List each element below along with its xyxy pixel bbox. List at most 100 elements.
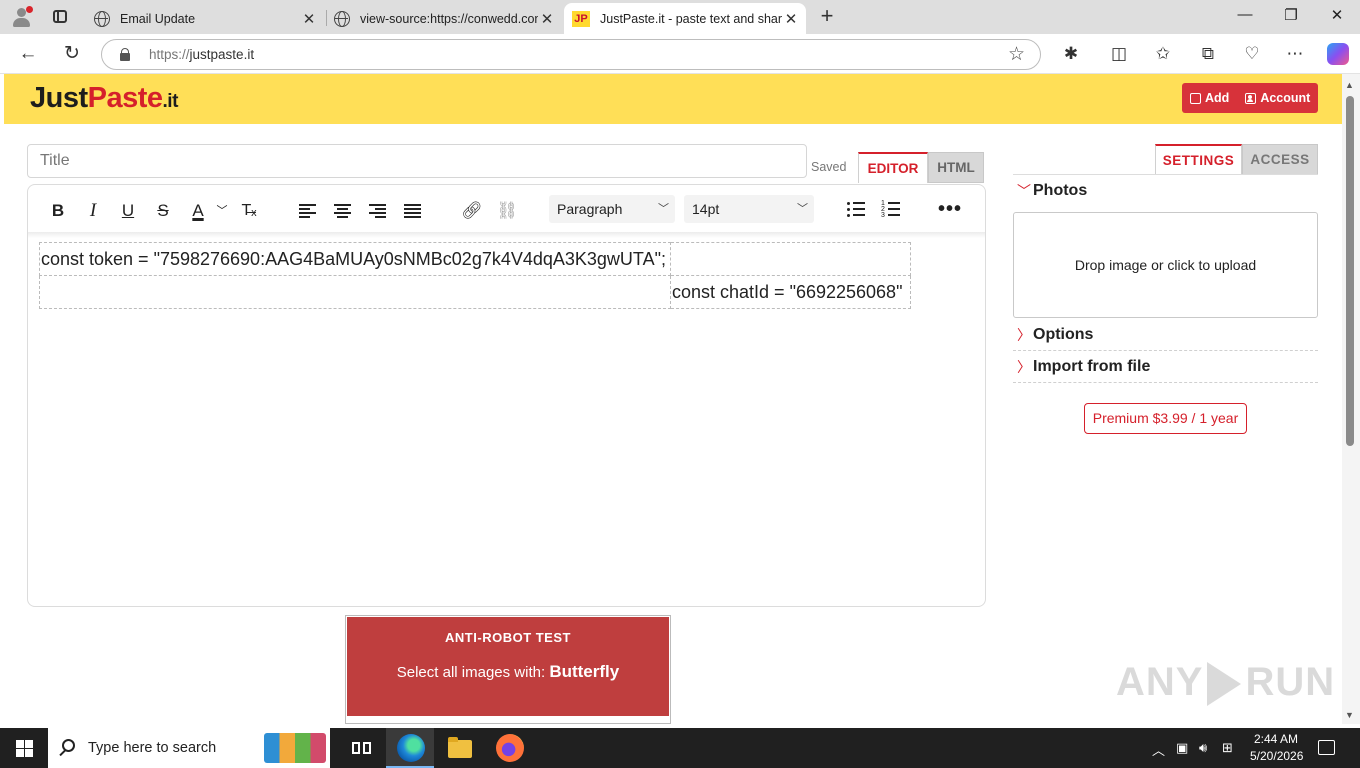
favorites-icon[interactable]: ✩ bbox=[1152, 43, 1174, 65]
browser-toolbar: ← ↻ https://justpaste.it ☆ ✱ ◫ ✩ ⧉ ♡ ⋯ bbox=[0, 34, 1360, 74]
table-cell[interactable] bbox=[670, 242, 911, 276]
extensions-icon[interactable]: ✱ bbox=[1060, 43, 1082, 65]
show-hidden-icons-chevron[interactable]: ︿ bbox=[1152, 740, 1165, 759]
tab-settings[interactable]: SETTINGS bbox=[1155, 144, 1242, 175]
numbered-list-icon[interactable]: 123 bbox=[881, 200, 900, 219]
table-cell[interactable]: const chatId = "6692256068" bbox=[670, 275, 911, 309]
bold-button[interactable]: B bbox=[46, 199, 70, 223]
ethernet-icon[interactable]: ⊞ bbox=[1222, 740, 1233, 756]
system-clock[interactable]: 2:44 AM 5/20/2026 bbox=[1250, 731, 1303, 765]
tab-access[interactable]: ACCESS bbox=[1242, 144, 1318, 175]
italic-button[interactable]: I bbox=[81, 199, 105, 223]
table-row: const token = "7598276690:AAG4BaMUAy0sNM… bbox=[39, 242, 911, 276]
close-tab-icon[interactable]: ✕ bbox=[538, 10, 556, 28]
bullet-list-icon[interactable] bbox=[847, 202, 865, 218]
tab-label: JustPaste.it - paste text and share bbox=[600, 11, 782, 26]
tab-html[interactable]: HTML bbox=[928, 152, 984, 183]
settings-more-icon[interactable]: ⋯ bbox=[1284, 43, 1306, 65]
url-text: https://justpaste.it bbox=[149, 47, 255, 62]
align-left-icon[interactable] bbox=[299, 204, 316, 218]
play-icon bbox=[1207, 662, 1242, 707]
title-input[interactable] bbox=[27, 144, 807, 178]
rich-text-editor: B I U S A ﹀ T̶ₓ 🔗︎ ⛓︎ Paragraph﹀ 14pt﹀ bbox=[27, 184, 986, 607]
unlink-icon[interactable]: ⛓︎ bbox=[495, 199, 519, 223]
table-row: const chatId = "6692256068" bbox=[39, 275, 911, 309]
chevron-down-icon: ﹀ bbox=[1017, 183, 1031, 199]
image-upload-dropzone[interactable]: Drop image or click to upload bbox=[1013, 212, 1318, 318]
new-tab-icon[interactable]: + bbox=[815, 5, 839, 29]
browser-essentials-icon[interactable]: ♡ bbox=[1241, 43, 1263, 65]
firefox-icon[interactable] bbox=[496, 734, 524, 762]
more-options-icon[interactable]: ••• bbox=[938, 198, 962, 221]
minimize-icon[interactable]: — bbox=[1230, 6, 1260, 28]
import-from-file-section[interactable]: 〉 Import from file bbox=[1013, 351, 1318, 383]
network-icon[interactable]: ▣ bbox=[1176, 740, 1188, 756]
add-button[interactable]: Add bbox=[1182, 91, 1237, 105]
anyrun-watermark: ANY RUN bbox=[1116, 660, 1335, 707]
strikethrough-button[interactable]: S bbox=[151, 199, 175, 223]
globe-icon bbox=[94, 10, 110, 27]
scroll-down-icon: ▼ bbox=[1345, 710, 1354, 720]
taskbar-search[interactable]: Type here to search bbox=[48, 728, 330, 768]
underline-button[interactable]: U bbox=[116, 199, 140, 223]
toolbar-divider bbox=[28, 232, 985, 238]
edit-icon bbox=[1190, 92, 1201, 104]
close-tab-icon[interactable]: ✕ bbox=[300, 10, 318, 28]
collections-icon[interactable]: ⧉ bbox=[1197, 43, 1219, 65]
block-format-select[interactable]: Paragraph ﹀ bbox=[549, 195, 675, 223]
tab-email-update[interactable]: Email Update ✕ bbox=[84, 3, 324, 34]
globe-icon bbox=[334, 10, 350, 27]
text-color-button[interactable]: A bbox=[186, 199, 210, 223]
tab-justpaste[interactable]: JP JustPaste.it - paste text and share ✕ bbox=[564, 3, 806, 34]
favorite-star-icon[interactable]: ☆ bbox=[1008, 43, 1025, 66]
table-cell[interactable] bbox=[39, 275, 671, 309]
close-window-icon[interactable]: ✕ bbox=[1322, 6, 1352, 28]
premium-button[interactable]: Premium $3.99 / 1 year bbox=[1084, 403, 1247, 434]
account-button[interactable]: Account bbox=[1237, 91, 1318, 105]
text-color-dropdown-icon[interactable]: ﹀ bbox=[210, 199, 234, 223]
volume-icon[interactable]: 🔊︎ bbox=[1199, 740, 1207, 756]
justify-icon[interactable] bbox=[404, 204, 421, 218]
windows-start-icon[interactable] bbox=[16, 740, 33, 757]
tab-label: Email Update bbox=[120, 11, 196, 26]
options-section-header[interactable]: 〉 Options bbox=[1013, 319, 1318, 351]
notifications-icon[interactable] bbox=[1318, 740, 1335, 755]
copilot-icon[interactable] bbox=[1327, 43, 1349, 65]
refresh-icon[interactable]: ↻ bbox=[60, 42, 84, 66]
restore-icon[interactable]: ❐ bbox=[1276, 6, 1306, 28]
align-right-icon[interactable] bbox=[369, 204, 386, 218]
lock-icon[interactable] bbox=[120, 48, 130, 61]
split-screen-icon[interactable]: ◫ bbox=[1108, 43, 1130, 65]
scroll-up-icon: ▲ bbox=[1345, 80, 1354, 90]
back-arrow-icon[interactable]: ← bbox=[16, 42, 40, 66]
font-size-select[interactable]: 14pt ﹀ bbox=[684, 195, 814, 223]
scrollbar-thumb[interactable] bbox=[1346, 96, 1354, 446]
edge-browser-icon[interactable] bbox=[397, 734, 425, 762]
justpaste-logo[interactable]: JustPaste.it bbox=[30, 82, 178, 115]
insert-link-icon[interactable]: 🔗︎ bbox=[460, 199, 484, 223]
anti-robot-captcha: ANTI-ROBOT TEST Select all images with: … bbox=[345, 615, 671, 724]
address-bar[interactable]: https://justpaste.it ☆ bbox=[101, 39, 1041, 70]
chevron-down-icon: ﹀ bbox=[797, 203, 808, 215]
close-tab-icon[interactable]: ✕ bbox=[782, 10, 800, 28]
justpaste-favicon: JP bbox=[572, 10, 590, 27]
content-table[interactable]: const token = "7598276690:AAG4BaMUAy0sNM… bbox=[39, 242, 911, 309]
tab-editor[interactable]: EDITOR bbox=[858, 152, 928, 183]
chevron-right-icon: 〉 bbox=[1017, 359, 1031, 375]
chevron-right-icon: 〉 bbox=[1017, 327, 1031, 343]
photos-section-header[interactable]: ﹀ Photos bbox=[1013, 175, 1318, 207]
tab-view-source[interactable]: view-source:https://conwedd.com ✕ bbox=[326, 3, 562, 34]
search-icon bbox=[62, 739, 75, 752]
captcha-prompt: Select all images with: Butterfly bbox=[396, 662, 620, 681]
tab-actions-icon[interactable] bbox=[48, 7, 72, 27]
table-cell[interactable]: const token = "7598276690:AAG4BaMUAy0sNM… bbox=[39, 242, 671, 276]
file-explorer-icon[interactable] bbox=[446, 734, 474, 762]
profile-icon[interactable] bbox=[8, 5, 34, 29]
header-button-group: Add Account bbox=[1182, 83, 1318, 113]
align-center-icon[interactable] bbox=[334, 204, 351, 218]
windows-taskbar: Type here to search ︿ ▣ 🔊︎ ⊞ 2:44 AM 5/2… bbox=[0, 728, 1360, 768]
page-scrollbar[interactable]: ▲ ▼ bbox=[1342, 74, 1360, 724]
clear-formatting-icon[interactable]: T̶ₓ bbox=[237, 199, 261, 223]
task-view-icon[interactable] bbox=[348, 734, 376, 762]
captcha-banner: ANTI-ROBOT TEST Select all images with: … bbox=[347, 617, 669, 716]
